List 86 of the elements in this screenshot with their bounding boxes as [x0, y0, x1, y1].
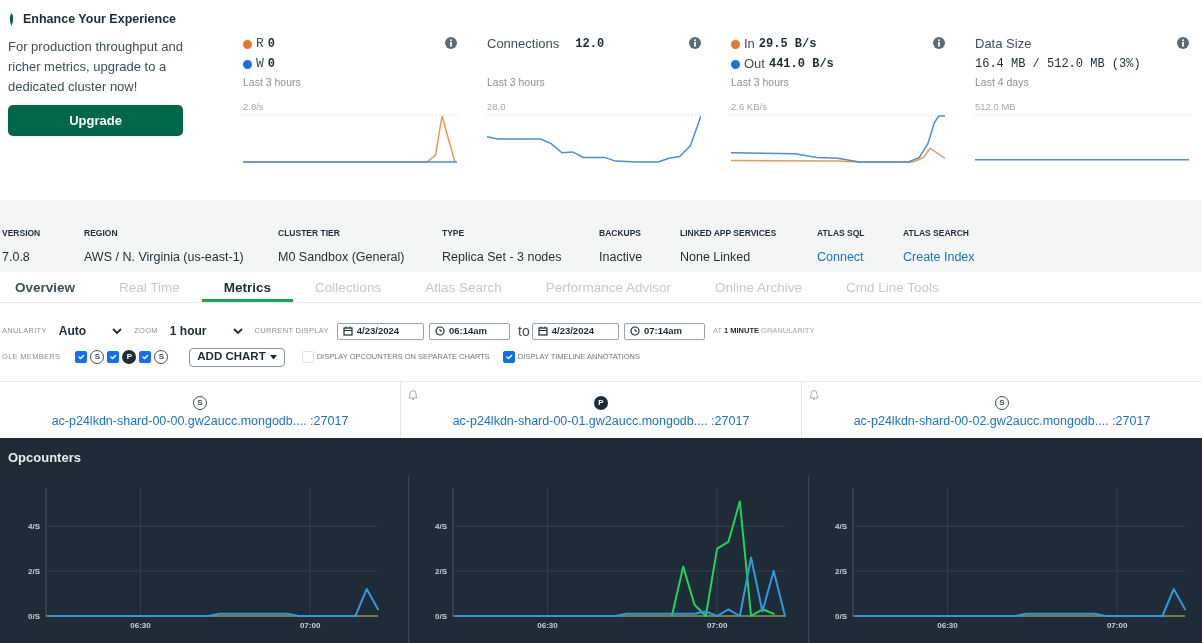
metric-value: 29.5 B/s [758, 36, 817, 53]
upgrade-button[interactable]: Upgrade [8, 104, 183, 136]
info-icon[interactable] [933, 37, 945, 49]
info-label: CLUSTER TIER [278, 227, 341, 240]
leaf-icon [8, 12, 15, 26]
checkbox[interactable] [75, 351, 88, 363]
legend-label: Out [744, 55, 765, 74]
checkbox[interactable] [107, 351, 120, 363]
host-link[interactable]: ac-p24lkdn-shard-00-01.gw2aucc.mongodb.... :27017 [452, 412, 750, 431]
period-label: Last 3 hours [243, 75, 302, 90]
max-label: 2.8/s [243, 99, 265, 114]
tab[interactable]: Overview [0, 272, 98, 302]
tick-label: 0/S [835, 611, 847, 621]
info-value: Inactive [599, 248, 644, 266]
info-icon[interactable] [1177, 37, 1189, 49]
calendar-icon [342, 326, 353, 336]
info-value: AWS / N. Virginia (us-east-1) [84, 248, 245, 266]
tick-label: 0/S [435, 611, 447, 621]
info-label: ATLAS SEARCH [903, 227, 970, 240]
chart-title: Opcounters [8, 449, 82, 467]
max-label: 2.6 KB/s [731, 99, 768, 114]
tab[interactable]: Metrics [201, 272, 294, 302]
period-label: Last 4 days [975, 75, 1030, 90]
info-link[interactable]: Connect [817, 247, 864, 267]
date-field[interactable]: 4/23/2024 [336, 322, 424, 340]
legend-label: W [256, 55, 264, 74]
period-label: Last 3 hours [487, 75, 546, 90]
role-badge: P [594, 396, 608, 410]
tick-label: 2/S [835, 566, 847, 576]
info-label: REGION [84, 227, 119, 240]
max-label: 512.0 MB [975, 99, 1017, 114]
info-value: M0 Sandbox (General) [278, 248, 406, 266]
granularity-select[interactable]: Auto [54, 322, 127, 340]
period-label: Last 3 hours [731, 75, 790, 90]
info-label: TYPE [442, 227, 466, 240]
caret-icon [269, 354, 277, 360]
clock-icon [630, 326, 640, 336]
calendar-icon [537, 326, 548, 336]
info-icon[interactable] [445, 37, 457, 49]
host-link[interactable]: ac-p24lkdn-shard-00-00.gw2aucc.mongodb.... :27017 [51, 412, 349, 431]
tick-label: 4/S [835, 521, 847, 531]
tick-label: 4/S [28, 521, 40, 531]
clock-icon [435, 326, 445, 336]
metric-title: Data Size [975, 35, 1032, 54]
info-value: None Linked [680, 248, 752, 266]
metric-value: 0 [267, 36, 275, 53]
time-field[interactable]: 07:14am [624, 322, 706, 340]
checkbox[interactable] [139, 351, 152, 363]
info-value: Replica Set - 3 nodes [442, 248, 563, 266]
date-field[interactable]: 4/23/2024 [531, 322, 619, 340]
tick-label: 2/S [435, 566, 447, 576]
separator-label: to [518, 321, 530, 341]
info-label: BACKUPS [599, 227, 643, 240]
max-label: 28.0 [487, 99, 507, 114]
legend-label: R [256, 35, 264, 54]
tick-label: 06:30 [537, 620, 558, 630]
metric-title: Connections [487, 35, 560, 54]
promo-title: Enhance Your Experience [23, 11, 177, 28]
info-link[interactable]: Create Index [903, 247, 975, 267]
zoom-select[interactable]: 1 hour [165, 322, 247, 340]
add-chart-button[interactable]: ADD CHART [189, 347, 285, 367]
tick-label: 0/S [28, 611, 40, 621]
metric-value: 0 [267, 56, 275, 73]
metric-value: 441.0 B/s [768, 56, 834, 73]
role-badge: P [122, 350, 137, 364]
info-label: VERSION [2, 227, 42, 240]
info-label: ATLAS SQL [817, 227, 866, 240]
time-field[interactable]: 06:14am [429, 322, 511, 340]
caret-icon [112, 327, 123, 335]
tick-label: 07:00 [299, 620, 321, 630]
tick-label: 07:00 [1106, 620, 1128, 630]
tick-label: 06:30 [937, 620, 958, 630]
tick-label: 07:00 [706, 620, 728, 630]
info-label: LINKED APP SERVICES [680, 227, 778, 240]
tick-label: 2/S [28, 566, 40, 576]
tick-label: 06:30 [130, 620, 151, 630]
tick-label: 4/S [435, 521, 447, 531]
legend-label: In [744, 35, 755, 54]
info-value: 7.0.8 [2, 248, 31, 266]
host-link[interactable]: ac-p24lkdn-shard-00-02.gw2aucc.mongodb.... :27017 [853, 412, 1151, 431]
checkbox[interactable] [502, 351, 515, 363]
metric-value: 16.4 MB / 512.0 MB (3%) [975, 56, 1141, 73]
caret-icon [232, 327, 243, 335]
metric-value: 12.0 [575, 36, 605, 53]
info-icon[interactable] [689, 37, 701, 49]
promo-text: For production throughput and richer metrics, upgrade to a dedicated cluster now! [8, 37, 184, 96]
